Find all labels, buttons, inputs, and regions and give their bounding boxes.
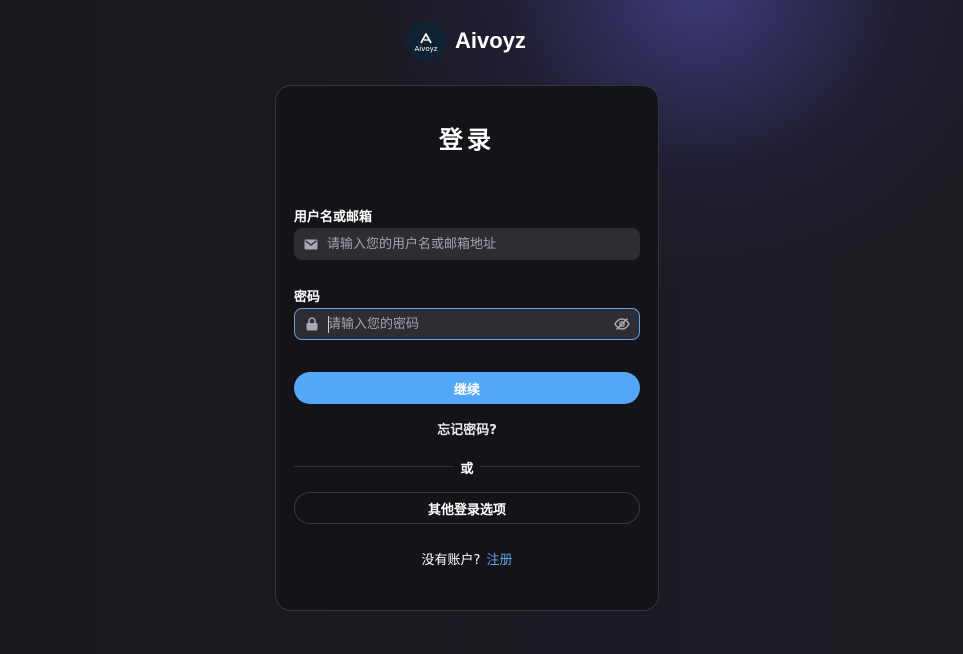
text-caret xyxy=(328,316,329,333)
or-separator-text: 或 xyxy=(453,458,481,477)
brand-logo: Aivoyz xyxy=(406,21,446,61)
brand-name: Aivoyz xyxy=(455,28,526,53)
continue-button[interactable]: 继续 xyxy=(294,372,640,404)
username-input[interactable] xyxy=(327,228,640,260)
other-login-options-button[interactable]: 其他登录选项 xyxy=(294,492,640,524)
signup-prompt: 没有账户? xyxy=(421,553,481,568)
username-label: 用户名或邮箱 xyxy=(294,210,373,225)
password-field[interactable] xyxy=(294,308,640,340)
forgot-password-link[interactable]: 忘记密码? xyxy=(276,419,658,438)
lock-icon xyxy=(304,316,320,332)
password-input[interactable] xyxy=(328,309,613,339)
login-title: 登录 xyxy=(439,126,495,154)
logo-triangle-icon xyxy=(420,33,432,44)
logo-text: Aivoyz xyxy=(414,45,438,53)
signup-row: 没有账户? 注册 xyxy=(276,549,658,568)
signup-link[interactable]: 注册 xyxy=(486,553,512,568)
mail-icon xyxy=(303,236,319,252)
login-card: 登录 用户名或邮箱 密码 继续 忘记密码? xyxy=(275,85,659,611)
brand-header: Aivoyz Aivoyz xyxy=(406,21,526,61)
eye-off-icon[interactable] xyxy=(613,315,631,333)
password-label: 密码 xyxy=(294,290,321,305)
username-field[interactable] xyxy=(294,228,640,260)
